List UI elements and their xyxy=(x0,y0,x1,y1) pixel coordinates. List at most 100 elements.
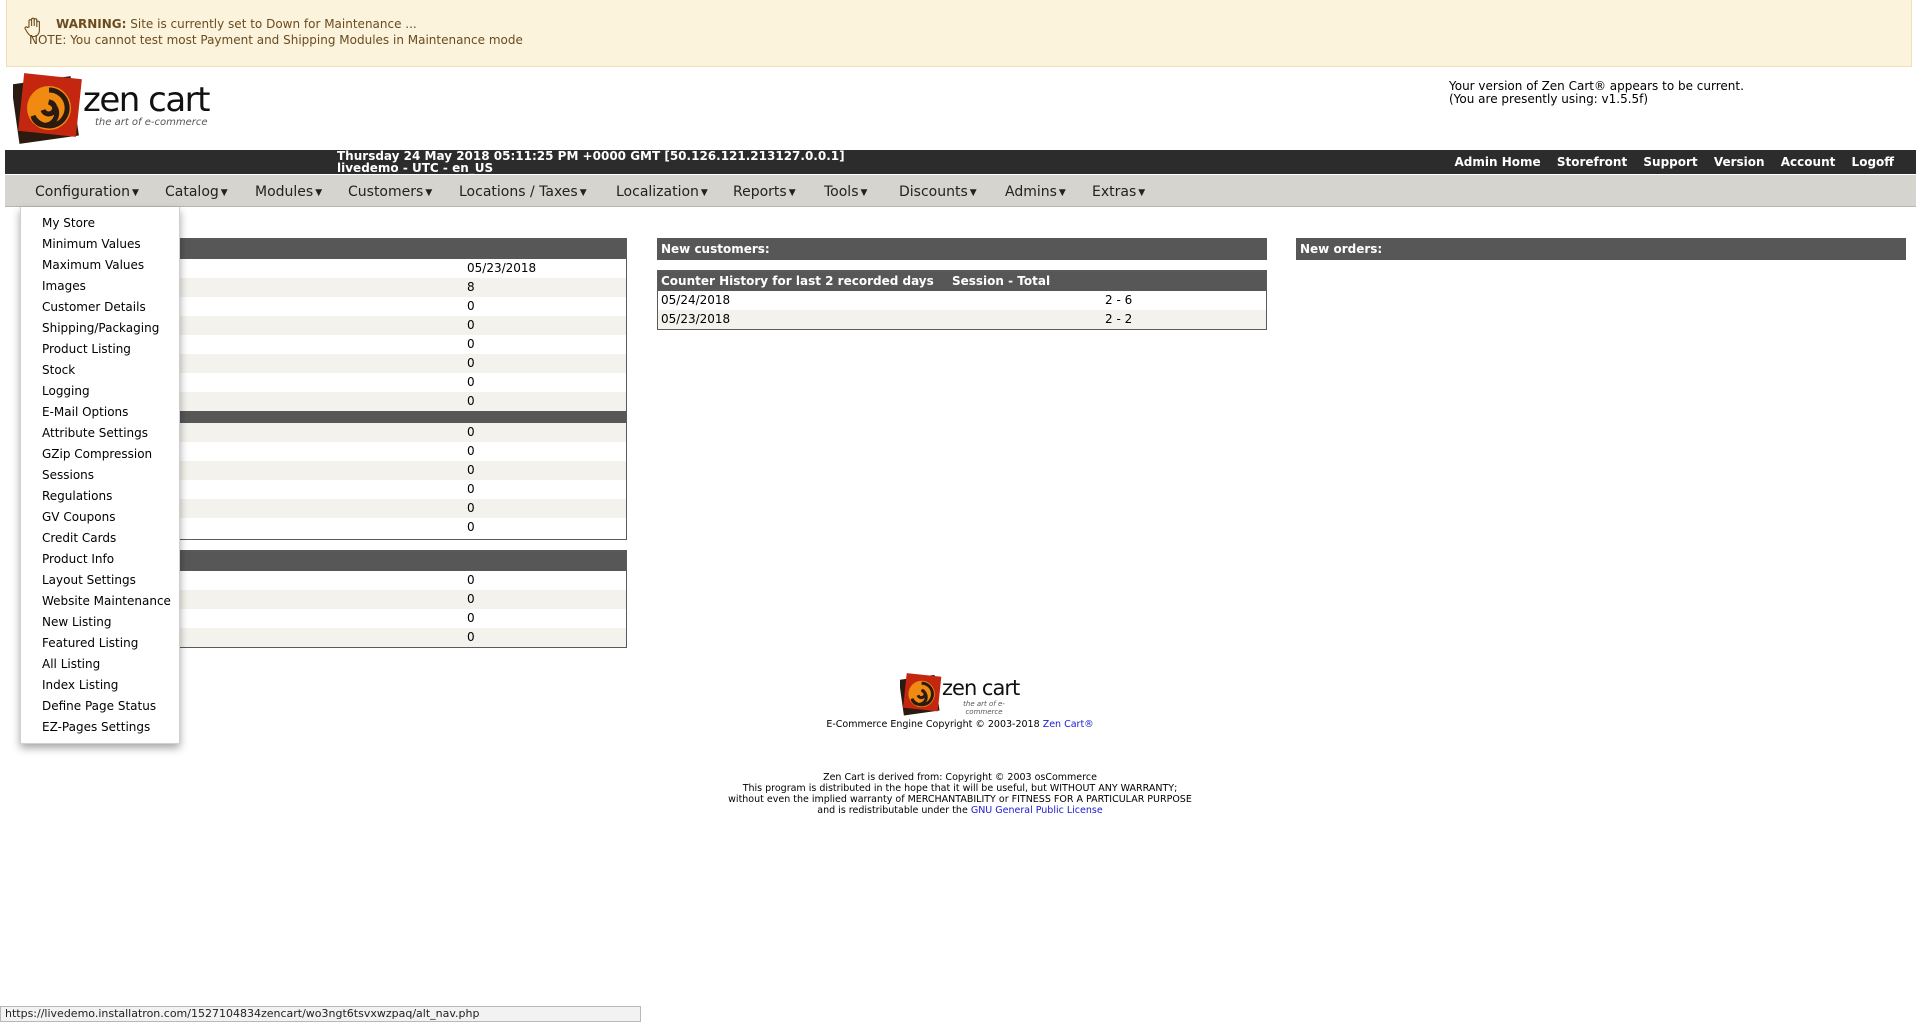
footer-logo[interactable]: zen cart the art of e-commerce xyxy=(900,670,1020,716)
header-links: Admin Home Storefront Support Version Ac… xyxy=(1443,155,1894,169)
caret-down-icon: ▼ xyxy=(860,188,868,198)
dropdown-item-ez-pages-settings[interactable]: EZ-Pages Settings xyxy=(21,717,179,738)
footer-logo-name: zen cart xyxy=(942,676,1020,700)
menu-customers[interactable]: Customers ▼ xyxy=(348,184,432,200)
footer-logo-tagline: the art of e-commerce xyxy=(963,700,1005,716)
stat-value: 0 xyxy=(467,394,475,408)
caret-down-icon: ▼ xyxy=(131,188,139,198)
counter-value: 2 - 2 xyxy=(1105,312,1133,326)
dropdown-item-stock[interactable]: Stock xyxy=(21,360,179,381)
menu-modules[interactable]: Modules ▼ xyxy=(255,184,322,200)
counter-history-title: Counter History for last 2 recorded days xyxy=(661,274,934,288)
configuration-dropdown: My Store Minimum Values Maximum Values I… xyxy=(20,207,180,744)
caret-down-icon: ▼ xyxy=(969,188,977,198)
version-link[interactable]: Version xyxy=(1714,155,1765,169)
stat-value: 0 xyxy=(467,482,475,496)
menu-locations-taxes[interactable]: Locations / Taxes ▼ xyxy=(459,184,587,200)
stat-value: 0 xyxy=(467,299,475,313)
copyright-line: E-Commerce Engine Copyright © 2003-2018 … xyxy=(700,719,1220,730)
stat-value: 0 xyxy=(467,444,475,458)
zen-cart-logo-mark-icon xyxy=(13,73,82,144)
menu-reports[interactable]: Reports ▼ xyxy=(733,184,796,200)
server-datetime: Thursday 24 May 2018 05:11:25 PM +0000 G… xyxy=(337,150,845,174)
dropdown-item-product-listing[interactable]: Product Listing xyxy=(21,339,179,360)
menu-configuration[interactable]: Configuration ▼ xyxy=(35,184,139,200)
dropdown-item-logging[interactable]: Logging xyxy=(21,381,179,402)
dropdown-item-email-options[interactable]: E-Mail Options xyxy=(21,402,179,423)
zen-cart-link[interactable]: Zen Cart® xyxy=(1043,719,1094,730)
account-link[interactable]: Account xyxy=(1781,155,1836,169)
dropdown-item-new-listing[interactable]: New Listing xyxy=(21,612,179,633)
license-text: Zen Cart is derived from: Copyright © 20… xyxy=(700,772,1220,816)
version-info: Your version of Zen Cart® appears to be … xyxy=(1449,80,1744,106)
counter-date: 05/24/2018 xyxy=(661,293,731,307)
stat-value: 0 xyxy=(467,356,475,370)
dropdown-item-all-listing[interactable]: All Listing xyxy=(21,654,179,675)
menu-label: Tools xyxy=(824,184,859,200)
dropdown-item-product-info[interactable]: Product Info xyxy=(21,549,179,570)
dropdown-item-website-maintenance[interactable]: Website Maintenance xyxy=(21,591,179,612)
new-customers-title: New customers: xyxy=(658,239,1266,259)
counter-row: 05/24/2018 2 - 6 xyxy=(658,291,1266,310)
dropdown-item-layout-settings[interactable]: Layout Settings xyxy=(21,570,179,591)
dropdown-item-gzip-compression[interactable]: GZip Compression xyxy=(21,444,179,465)
new-customers-panel: New customers: xyxy=(657,238,1267,260)
menu-label: Configuration xyxy=(35,184,130,200)
gnu-license-link[interactable]: GNU General Public License xyxy=(971,805,1103,816)
menu-label: Locations / Taxes xyxy=(459,184,578,200)
menu-discounts[interactable]: Discounts ▼ xyxy=(899,184,977,200)
caret-down-icon: ▼ xyxy=(788,188,796,198)
menu-tools[interactable]: Tools ▼ xyxy=(824,184,867,200)
zen-cart-logo[interactable]: zen cart the art of e-commerce xyxy=(13,72,213,144)
logoff-link[interactable]: Logoff xyxy=(1852,155,1894,169)
counter-history-col2: Session - Total xyxy=(951,274,1051,288)
warning-note: NOTE: You cannot test most Payment and S… xyxy=(29,33,523,47)
stat-value: 0 xyxy=(467,630,475,644)
maintenance-warning: WARNING: Site is currently set to Down f… xyxy=(6,0,1912,67)
license-line: and is redistributable under the xyxy=(817,805,968,816)
page-footer: zen cart the art of e-commerce E-Commerc… xyxy=(700,670,1220,816)
menu-label: Customers xyxy=(348,184,424,200)
dropdown-item-my-store[interactable]: My Store xyxy=(21,213,179,234)
browser-status-url: https://livedemo.installatron.com/152710… xyxy=(0,1006,641,1022)
menu-catalog[interactable]: Catalog ▼ xyxy=(165,184,228,200)
warning-label: WARNING: xyxy=(56,17,127,31)
menu-label: Reports xyxy=(733,184,787,200)
new-orders-panel: New orders: xyxy=(1296,238,1906,260)
caret-down-icon: ▼ xyxy=(1058,188,1066,198)
menu-label: Admins xyxy=(1005,184,1057,200)
dropdown-item-regulations[interactable]: Regulations xyxy=(21,486,179,507)
dropdown-item-index-listing[interactable]: Index Listing xyxy=(21,675,179,696)
caret-down-icon: ▼ xyxy=(220,188,228,198)
dropdown-item-attribute-settings[interactable]: Attribute Settings xyxy=(21,423,179,444)
dropdown-item-maximum-values[interactable]: Maximum Values xyxy=(21,255,179,276)
stat-value: 0 xyxy=(467,375,475,389)
warning-line: WARNING: Site is currently set to Down f… xyxy=(23,16,1895,32)
zen-cart-logo-mark-icon xyxy=(900,673,942,716)
license-line-last: and is redistributable under the GNU Gen… xyxy=(700,805,1220,816)
support-link[interactable]: Support xyxy=(1643,155,1697,169)
dropdown-item-minimum-values[interactable]: Minimum Values xyxy=(21,234,179,255)
stat-value: 0 xyxy=(467,318,475,332)
dropdown-item-credit-cards[interactable]: Credit Cards xyxy=(21,528,179,549)
dropdown-item-shipping-packaging[interactable]: Shipping/Packaging xyxy=(21,318,179,339)
counter-date: 05/23/2018 xyxy=(661,312,731,326)
admin-home-link[interactable]: Admin Home xyxy=(1455,155,1541,169)
dropdown-item-define-page-status[interactable]: Define Page Status xyxy=(21,696,179,717)
menu-localization[interactable]: Localization ▼ xyxy=(616,184,708,200)
copyright-text: E-Commerce Engine Copyright © 2003-2018 xyxy=(826,719,1040,730)
dropdown-item-images[interactable]: Images xyxy=(21,276,179,297)
logo-tagline: the art of e-commerce xyxy=(95,117,208,128)
storefront-link[interactable]: Storefront xyxy=(1557,155,1627,169)
menu-extras[interactable]: Extras ▼ xyxy=(1092,184,1145,200)
dropdown-item-customer-details[interactable]: Customer Details xyxy=(21,297,179,318)
menu-admins[interactable]: Admins ▼ xyxy=(1005,184,1066,200)
stat-value: 0 xyxy=(467,611,475,625)
warning-text: Site is currently set to Down for Mainte… xyxy=(130,17,417,31)
stat-value: 0 xyxy=(467,337,475,351)
stat-value: 8 xyxy=(467,280,475,294)
dropdown-item-gv-coupons[interactable]: GV Coupons xyxy=(21,507,179,528)
dropdown-item-featured-listing[interactable]: Featured Listing xyxy=(21,633,179,654)
license-line: Zen Cart is derived from: Copyright © 20… xyxy=(823,772,1097,783)
dropdown-item-sessions[interactable]: Sessions xyxy=(21,465,179,486)
